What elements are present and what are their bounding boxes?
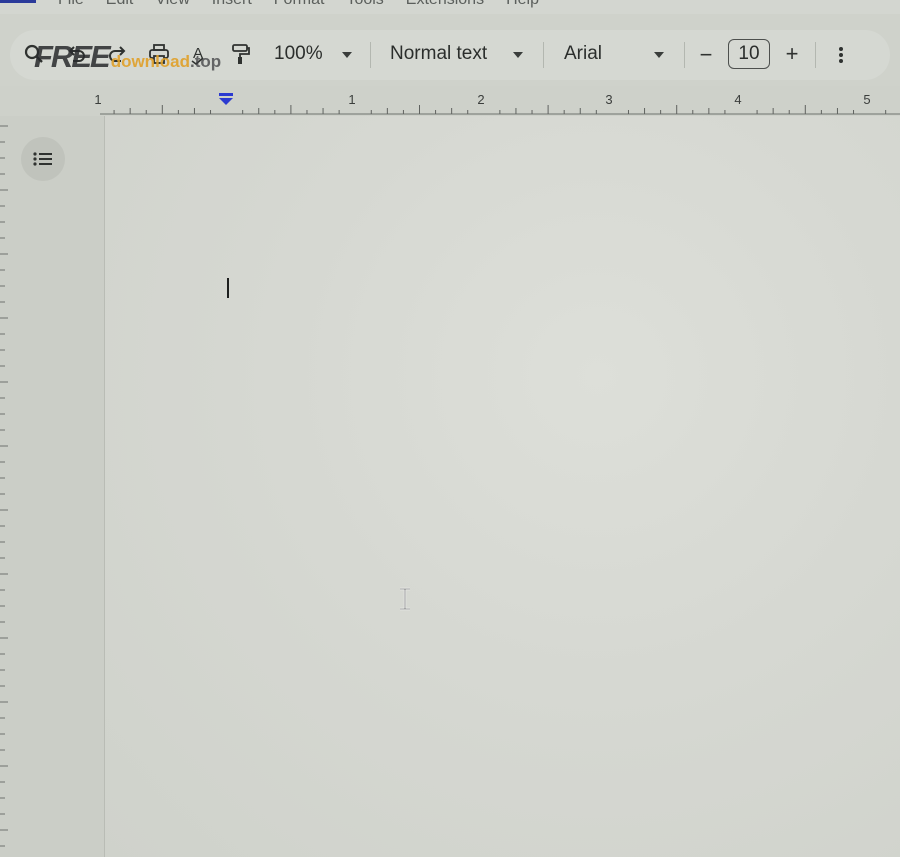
decrease-font-size-button[interactable]: −	[696, 42, 716, 67]
ruler-label: 3	[605, 92, 613, 107]
menu-tools[interactable]: Tools	[346, 0, 383, 9]
vertical-ruler	[0, 125, 8, 847]
ruler-label: 2	[477, 92, 485, 107]
outline-list-icon	[33, 152, 52, 166]
redo-icon[interactable]	[106, 42, 130, 66]
ruler-label: 4	[734, 92, 742, 107]
ruler-label: 1	[348, 92, 356, 107]
document-outline-button[interactable]	[21, 137, 65, 181]
font-size-input[interactable]: 10	[728, 39, 770, 69]
menu-items: File Edit View Insert Format Tools Exten…	[58, 0, 539, 9]
ibeam-cursor-icon	[400, 587, 410, 611]
ruler-label: 5	[863, 92, 871, 107]
undo-icon[interactable]	[64, 42, 88, 66]
menu-format[interactable]: Format	[274, 0, 325, 9]
document-page[interactable]	[105, 116, 900, 857]
increase-font-size-button[interactable]: +	[781, 41, 803, 66]
menu-insert[interactable]: Insert	[212, 0, 252, 9]
indent-marker-icon[interactable]	[218, 93, 234, 107]
more-options-icon[interactable]	[832, 44, 850, 66]
search-icon[interactable]	[22, 42, 46, 66]
left-margin-panel	[0, 116, 105, 857]
style-dropdown-icon[interactable]	[513, 52, 523, 58]
font-dropdown-icon[interactable]	[654, 52, 664, 58]
toolbar-divider	[684, 42, 685, 68]
font-family-select[interactable]: Arial	[564, 42, 602, 66]
menu-extensions[interactable]: Extensions	[406, 0, 484, 9]
menu-edit[interactable]: Edit	[106, 0, 134, 9]
docs-logo[interactable]	[0, 0, 36, 3]
text-cursor	[227, 278, 229, 298]
menu-file[interactable]: File	[58, 0, 84, 9]
ruler-ticks	[100, 105, 900, 115]
paragraph-style-select[interactable]: Normal text	[390, 42, 487, 66]
menu-bar: File Edit View Insert Format Tools Exten…	[0, 0, 900, 14]
paint-format-icon[interactable]	[229, 42, 253, 66]
zoom-dropdown-icon[interactable]	[342, 52, 352, 58]
menu-view[interactable]: View	[155, 0, 189, 9]
toolbar-divider	[815, 42, 816, 68]
menu-help[interactable]: Help	[506, 0, 539, 9]
toolbar-divider	[370, 42, 371, 68]
print-icon[interactable]	[147, 42, 171, 66]
horizontal-ruler[interactable]: 1 1 2 3 4 5	[0, 86, 900, 116]
toolbar-divider	[543, 42, 544, 68]
ruler-label: 1	[94, 92, 102, 107]
zoom-select[interactable]: 100%	[274, 42, 323, 66]
spellcheck-icon[interactable]: A	[188, 42, 212, 66]
